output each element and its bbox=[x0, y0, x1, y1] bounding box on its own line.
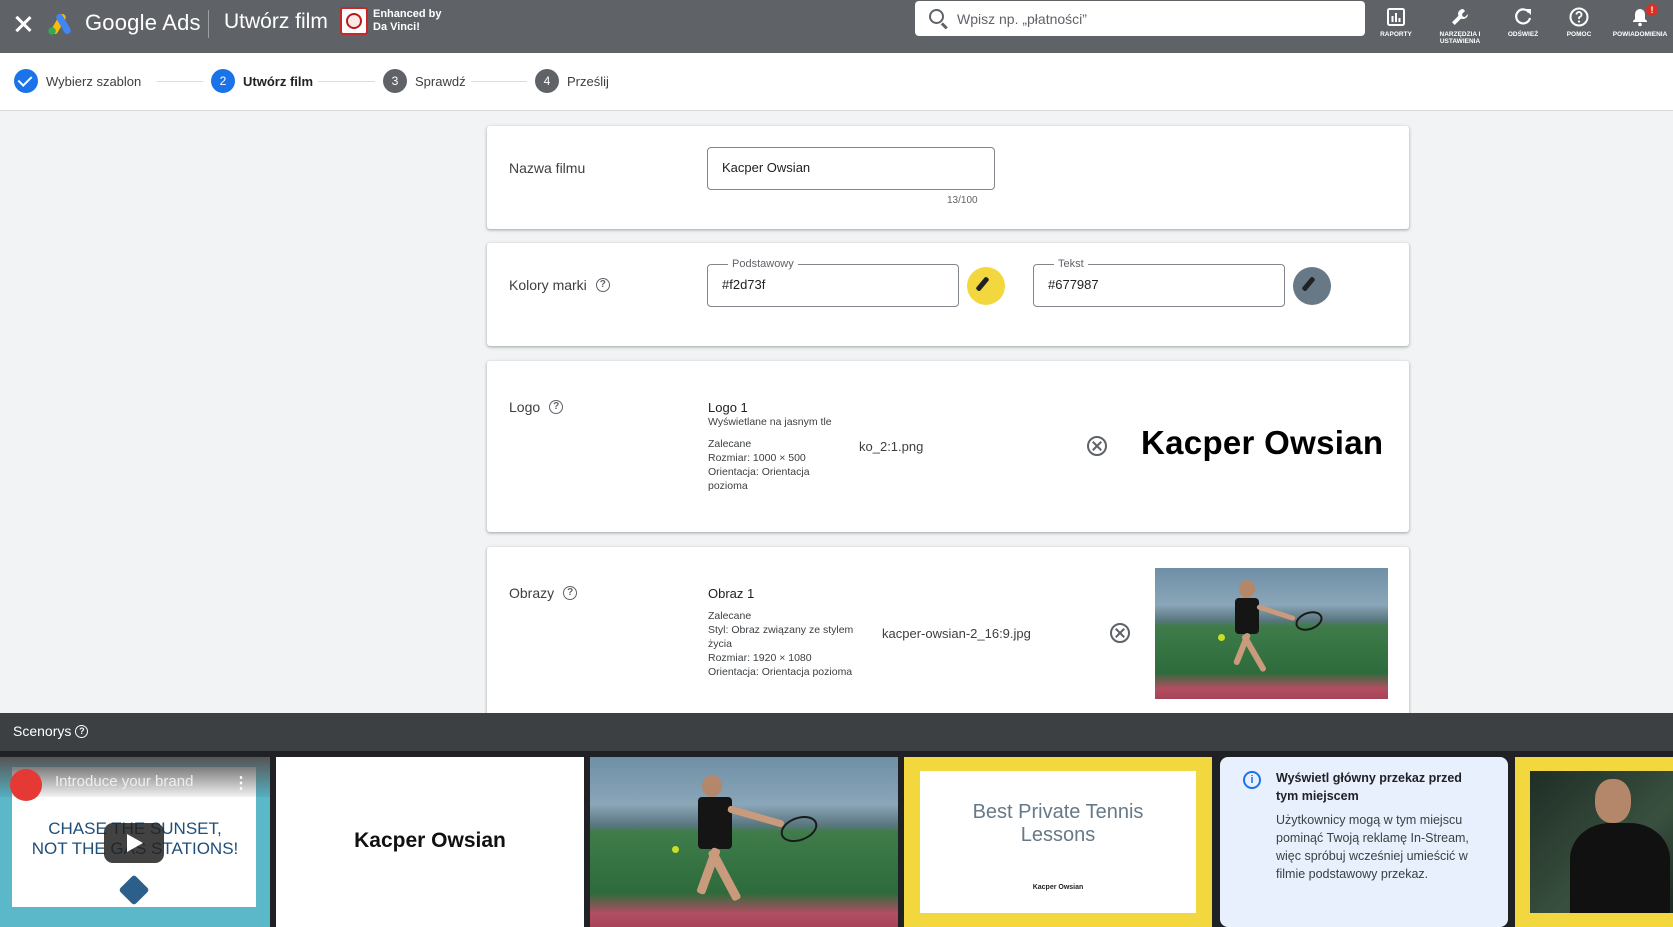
info-icon: i bbox=[1243, 771, 1261, 789]
info-message-card: i Wyświetl główny przekaz przed tym miej… bbox=[1220, 757, 1508, 927]
logo-subtitle: Wyświetlane na jasnym tle bbox=[708, 416, 832, 428]
remove-image-icon[interactable] bbox=[1110, 623, 1130, 643]
refresh-icon bbox=[1515, 8, 1532, 25]
step-create-video[interactable]: 2 Utwórz film bbox=[211, 69, 313, 93]
refresh-button[interactable]: ODŚWIEŻ bbox=[1493, 6, 1553, 38]
logo-title: Logo 1 bbox=[708, 400, 748, 415]
scene-2[interactable]: Kacper Owsian bbox=[276, 757, 584, 927]
step-connector bbox=[318, 81, 375, 82]
close-icon[interactable] bbox=[12, 13, 34, 35]
step-upload[interactable]: 4 Prześlij bbox=[535, 69, 609, 93]
step-number: 4 bbox=[535, 69, 559, 93]
page-title: Utwórz film bbox=[224, 10, 328, 33]
help-icon[interactable]: ? bbox=[549, 400, 564, 414]
google-ads-logo bbox=[48, 14, 71, 35]
step-review[interactable]: 3 Sprawdź bbox=[383, 69, 466, 93]
search-box[interactable] bbox=[915, 1, 1365, 36]
player-shirt bbox=[1570, 823, 1670, 913]
scenes-strip: Introduce your brand ⋮ CHASE THE SUNSET,… bbox=[0, 751, 1673, 927]
brand-name: Google Ads bbox=[85, 10, 201, 35]
eyedropper-icon bbox=[975, 276, 990, 292]
tools-settings-button[interactable]: NARZĘDZIA I USTAWIENIA bbox=[1430, 6, 1490, 45]
scenes-header: Scenorys ? bbox=[0, 713, 1673, 751]
brand-colors-label: Kolory marki ? bbox=[509, 277, 610, 293]
video-name-label: Nazwa filmu bbox=[509, 160, 586, 176]
title-divider bbox=[208, 10, 209, 38]
primary-color-label: Podstawowy bbox=[728, 258, 798, 270]
help-button[interactable]: POMOC bbox=[1549, 6, 1609, 38]
step-choose-template[interactable]: Wybierz szablon bbox=[14, 69, 141, 93]
logo-card: Logo ? Logo 1 Wyświetlane na jasnym tle … bbox=[487, 361, 1409, 532]
scenes-title: Scenorys bbox=[13, 723, 72, 739]
image-title: Obraz 1 bbox=[708, 586, 755, 601]
remove-logo-icon[interactable] bbox=[1087, 436, 1107, 456]
image-file-name: kacper-owsian-2_16:9.jpg bbox=[882, 626, 1031, 641]
info-body: Użytkownicy mogą w tym miejscu pominąć T… bbox=[1276, 813, 1469, 881]
step-number: 2 bbox=[211, 69, 235, 93]
scene-1[interactable]: Introduce your brand ⋮ CHASE THE SUNSET,… bbox=[0, 757, 270, 927]
video-name-field[interactable] bbox=[707, 147, 995, 190]
player-face bbox=[1595, 779, 1631, 823]
text-color-picker[interactable] bbox=[1293, 267, 1331, 305]
search-input[interactable] bbox=[957, 8, 1337, 30]
image-thumbnail bbox=[1155, 568, 1388, 699]
notifications-button[interactable]: ! POWIADOMIENIA bbox=[1610, 4, 1670, 38]
progress-stepper: Wybierz szablon 2 Utwórz film 3 Sprawdź … bbox=[0, 53, 1673, 111]
search-icon bbox=[929, 9, 944, 24]
video-name-card: Nazwa filmu 13/100 bbox=[487, 126, 1409, 229]
extension-label: Enhanced by Da Vinci! bbox=[373, 8, 442, 33]
help-icon[interactable]: ? bbox=[563, 586, 578, 600]
primary-color-input[interactable] bbox=[722, 277, 922, 292]
info-heading: Wyświetl główny przekaz przed tym miejsc… bbox=[1276, 771, 1462, 803]
logo-preview: Kacper Owsian bbox=[1141, 424, 1384, 461]
wrench-icon bbox=[1452, 9, 1468, 25]
text-color-field[interactable]: Tekst bbox=[1033, 258, 1285, 307]
play-button[interactable] bbox=[104, 823, 164, 863]
text-color-input[interactable] bbox=[1048, 277, 1248, 292]
primary-color-picker[interactable] bbox=[967, 267, 1005, 305]
help-icon[interactable]: ? bbox=[75, 724, 89, 738]
scene-3[interactable] bbox=[590, 757, 898, 927]
logo-recommendations: Zalecane Rozmiar: 1000 × 500 Orientacja:… bbox=[708, 438, 810, 492]
scene-2-logo-text: Kacper Owsian bbox=[354, 829, 506, 852]
text-color-label: Tekst bbox=[1054, 258, 1088, 270]
step-number: 3 bbox=[383, 69, 407, 93]
scene-5[interactable] bbox=[1515, 757, 1673, 927]
video-overlay-title: Introduce your brand bbox=[55, 773, 194, 790]
scene-4-brand: Kacper Owsian bbox=[1032, 884, 1084, 891]
images-label: Obrazy ? bbox=[509, 585, 578, 601]
character-counter: 13/100 bbox=[947, 195, 978, 206]
eyedropper-icon bbox=[1301, 276, 1316, 292]
images-card: Obrazy ? Obraz 1 Zalecane Styl: Obraz zw… bbox=[487, 547, 1409, 737]
image-recommendations: Zalecane Styl: Obraz związany ze stylem … bbox=[708, 610, 854, 678]
check-icon bbox=[14, 69, 38, 93]
logo-file-name: ko_2:1.png bbox=[859, 439, 924, 454]
top-app-bar: Google Ads Utwórz film Enhanced by Da Vi… bbox=[0, 0, 1673, 53]
scene-4-title: Best Private Tennis Lessons bbox=[972, 801, 1144, 846]
help-icon bbox=[1569, 7, 1589, 27]
help-icon[interactable]: ? bbox=[595, 278, 610, 292]
channel-avatar-icon bbox=[10, 769, 42, 801]
more-vert-icon[interactable]: ⋮ bbox=[233, 773, 249, 793]
logo-label: Logo ? bbox=[509, 399, 564, 415]
play-icon bbox=[127, 834, 143, 852]
brand-colors-card: Kolory marki ? Podstawowy Tekst bbox=[487, 243, 1409, 346]
reports-button[interactable]: RAPORTY bbox=[1366, 6, 1426, 38]
primary-color-field[interactable]: Podstawowy bbox=[707, 258, 959, 307]
step-connector bbox=[471, 81, 527, 82]
extension-avatar-icon[interactable] bbox=[340, 7, 368, 35]
scene-4[interactable]: Best Private Tennis Lessons Kacper Owsia… bbox=[904, 757, 1212, 927]
reports-icon bbox=[1387, 8, 1405, 26]
step-connector bbox=[157, 81, 203, 82]
video-name-input[interactable] bbox=[722, 160, 951, 175]
notification-badge: ! bbox=[1646, 4, 1658, 16]
